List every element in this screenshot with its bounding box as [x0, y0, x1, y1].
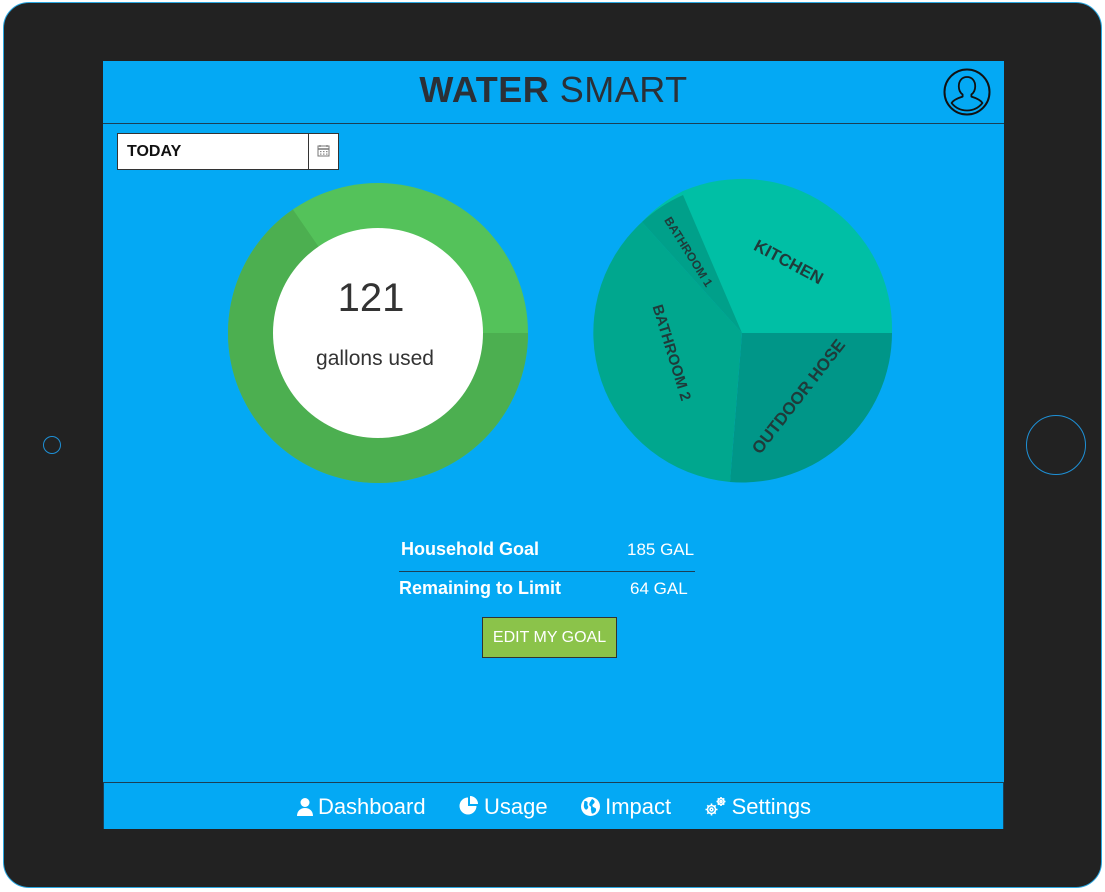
gallons-used-value: 121 [338, 276, 405, 320]
location-pie: KITCHEN OUTDOOR HOSE BATHROOM 2 BATHROOM… [593, 178, 893, 483]
goal-label: Household Goal [401, 539, 540, 559]
globe-icon [581, 797, 601, 816]
user-icon [296, 798, 313, 816]
goal-stats: Household Goal 185 GAL Remaining to Limi… [399, 535, 695, 608]
pie-chart-icon [459, 796, 479, 815]
remaining-value: 64 GAL [630, 579, 688, 598]
donut-center [273, 228, 483, 438]
app-screen: WATER SMART TODAY 121 gallons used KITCH… [103, 61, 1004, 829]
nav-usage-label: Usage [484, 794, 548, 819]
nav-settings-label: Settings [731, 794, 812, 819]
nav-dashboard-label: Dashboard [317, 794, 426, 819]
goal-value: 185 GAL [627, 540, 695, 559]
remaining-label: Remaining to Limit [399, 578, 561, 598]
bottom-nav: Dashboard Usage Impact Settings [103, 782, 1004, 829]
gears-icon [705, 797, 726, 816]
nav-usage[interactable]: Usage [458, 794, 548, 820]
nav-items: Dashboard Usage Impact Settings [104, 794, 1003, 820]
gallons-used-label: gallons used [316, 347, 434, 370]
usage-donut: 121 gallons used [227, 183, 528, 484]
pie-slice-outdoor-hose[interactable] [730, 333, 892, 483]
edit-goal-button[interactable]: EDIT MY GOAL [482, 617, 617, 658]
home-button[interactable] [1026, 415, 1086, 475]
nav-dashboard[interactable]: Dashboard [296, 794, 426, 820]
usage-charts: 121 gallons used KITCHEN OUTDOOR HOSE BA… [227, 178, 893, 484]
goal-row: Household Goal 185 GAL [399, 535, 695, 572]
nav-impact-label: Impact [605, 794, 672, 819]
nav-settings[interactable]: Settings [704, 794, 812, 820]
nav-impact[interactable]: Impact [580, 794, 671, 820]
remaining-row: Remaining to Limit 64 GAL [399, 572, 695, 608]
camera-dot [43, 436, 61, 454]
